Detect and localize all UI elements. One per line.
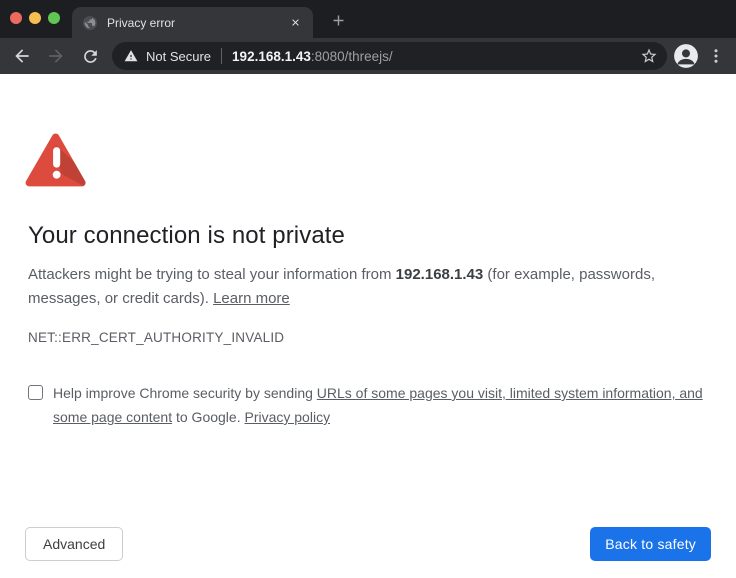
url-text: 192.168.1.43:8080/threejs/ (232, 49, 631, 64)
browser-toolbar: Not Secure 192.168.1.43:8080/threejs/ (0, 38, 736, 74)
security-chip-label: Not Secure (146, 49, 211, 64)
browser-menu-icon[interactable] (704, 44, 728, 68)
error-description: Attackers might be trying to steal your … (28, 263, 708, 311)
omnibox-divider (221, 48, 222, 64)
tab-privacy-error[interactable]: Privacy error (72, 7, 313, 38)
url-host: 192.168.1.43 (232, 49, 311, 64)
new-tab-button[interactable] (326, 8, 350, 32)
forward-icon[interactable] (44, 44, 68, 68)
learn-more-link[interactable]: Learn more (213, 290, 290, 307)
security-chip[interactable]: Not Secure (124, 49, 211, 64)
optin-prefix: Help improve Chrome security by sending (53, 385, 317, 401)
optin-label: Help improve Chrome security by sending … (53, 381, 703, 429)
back-to-safety-button[interactable]: Back to safety (590, 527, 711, 561)
window-close-button[interactable] (10, 12, 22, 24)
url-path: :8080/threejs/ (311, 49, 393, 64)
globe-favicon-icon (82, 15, 98, 31)
page-title: Your connection is not private (28, 222, 708, 250)
browser-window: Privacy error (0, 0, 736, 578)
window-zoom-button[interactable] (48, 12, 60, 24)
error-page: Your connection is not private Attackers… (0, 74, 736, 578)
safe-browsing-optin-row: Help improve Chrome security by sending … (28, 381, 708, 429)
tab-close-icon[interactable] (286, 14, 304, 32)
error-code: NET::ERR_CERT_AUTHORITY_INVALID (28, 330, 708, 345)
action-buttons-row: Advanced Back to safety (25, 527, 711, 561)
window-minimize-button[interactable] (29, 12, 41, 24)
not-secure-warning-icon (124, 49, 138, 63)
privacy-policy-link[interactable]: Privacy policy (244, 409, 330, 425)
advanced-button[interactable]: Advanced (25, 527, 123, 561)
profile-avatar[interactable] (673, 43, 699, 69)
back-icon[interactable] (10, 44, 34, 68)
description-prefix: Attackers might be trying to steal your … (28, 266, 396, 283)
address-bar[interactable]: Not Secure 192.168.1.43:8080/threejs/ (112, 42, 667, 70)
description-host: 192.168.1.43 (396, 266, 484, 283)
tab-strip: Privacy error (0, 0, 736, 38)
tab-title: Privacy error (107, 16, 286, 30)
window-controls (10, 12, 60, 24)
optin-checkbox[interactable] (28, 385, 43, 400)
bookmark-star-icon[interactable] (637, 44, 661, 68)
optin-middle: to Google. (172, 409, 244, 425)
ssl-warning-triangle-icon (25, 132, 89, 189)
reload-icon[interactable] (78, 44, 102, 68)
